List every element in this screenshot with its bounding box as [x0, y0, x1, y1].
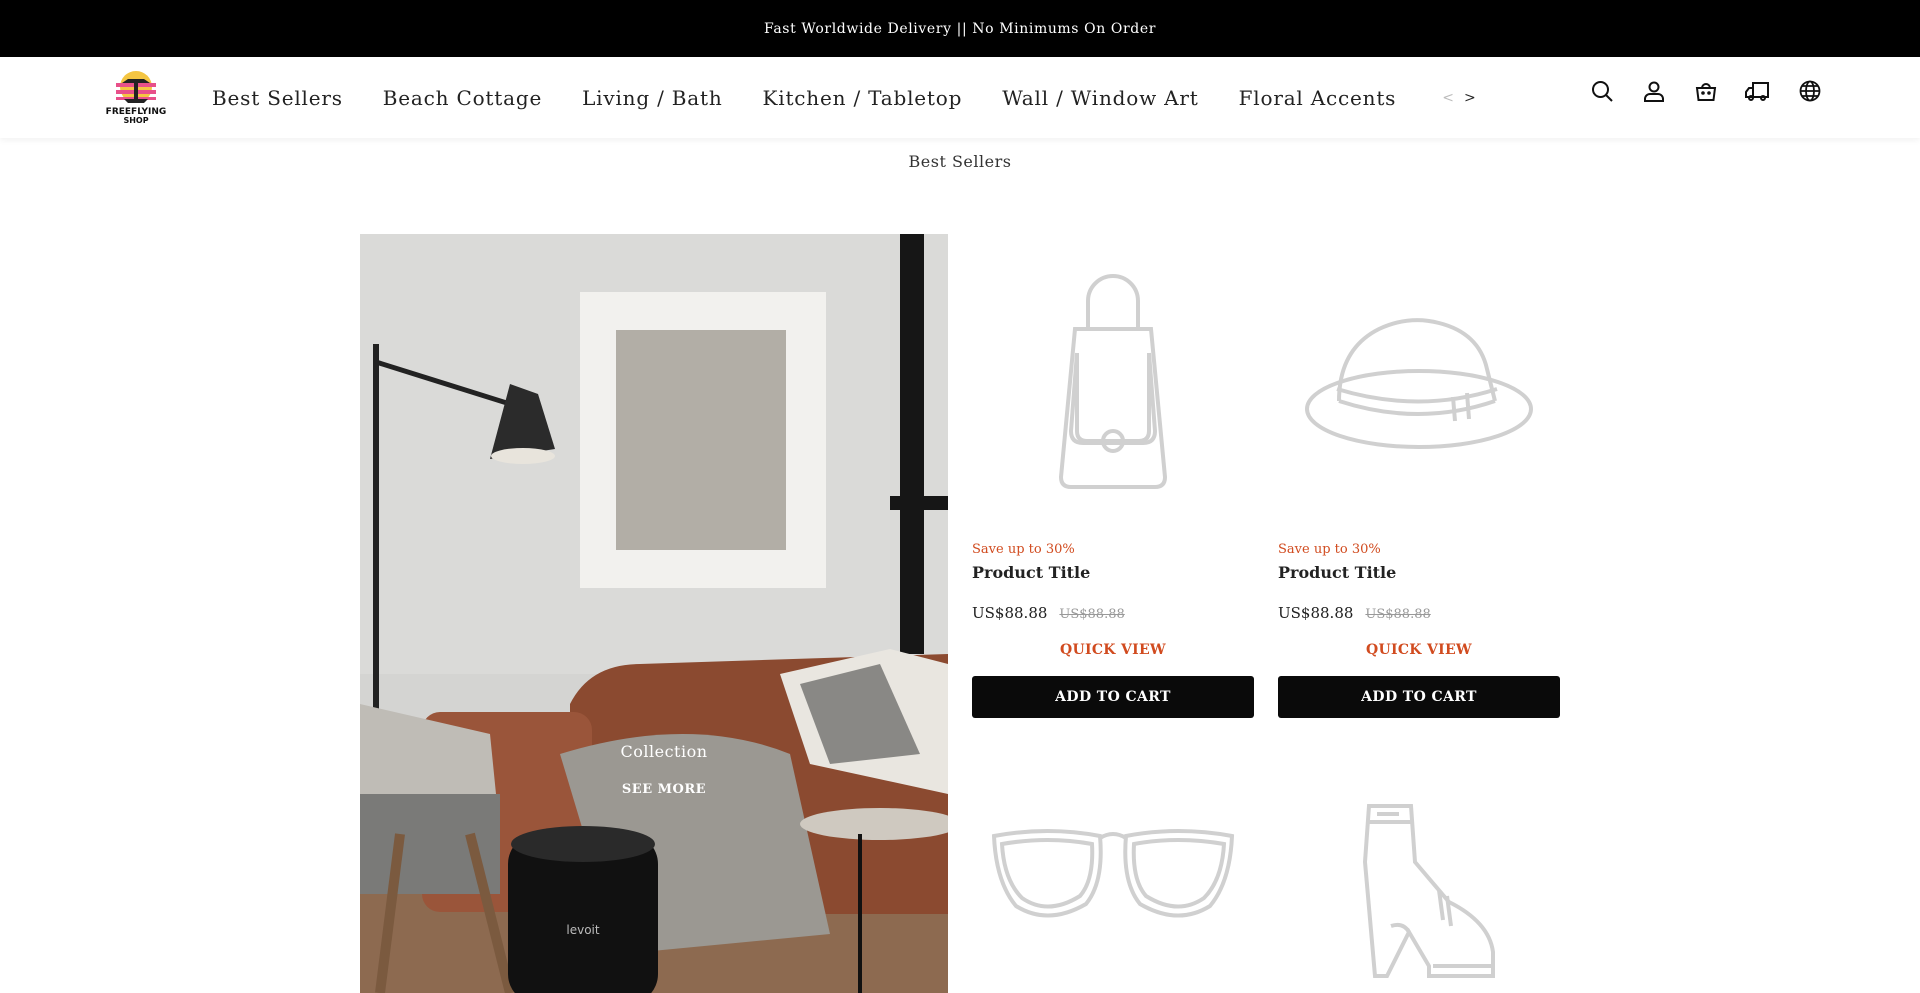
quick-view-button[interactable]: QUICK VIEW: [972, 642, 1254, 658]
header-icons: [1588, 77, 1848, 105]
announcement-bar: Fast Worldwide Delivery || No Minimums O…: [0, 0, 1920, 57]
high-heel-boot-icon: [1362, 804, 1495, 978]
nav-item-wall-window-art[interactable]: Wall / Window Art: [1002, 86, 1198, 110]
price-row: US$88.88 US$88.88: [1278, 604, 1560, 622]
product-image[interactable]: [972, 234, 1254, 524]
add-to-cart-button[interactable]: ADD TO CART: [972, 676, 1254, 718]
section-title: Best Sellers: [908, 152, 1012, 171]
purifier-brand: levoit: [566, 923, 599, 937]
logo-line2: SHOP: [123, 116, 148, 125]
price-row: US$88.88 US$88.88: [972, 604, 1254, 622]
discount-badge: Save up to 30%: [1278, 542, 1381, 557]
delivery-truck-icon[interactable]: [1744, 77, 1772, 105]
add-to-cart-button[interactable]: ADD TO CART: [1278, 676, 1560, 718]
account-icon[interactable]: [1640, 77, 1668, 105]
product-title[interactable]: Product Title: [1278, 563, 1560, 582]
quick-view-button[interactable]: QUICK VIEW: [1278, 642, 1560, 658]
shop-logo[interactable]: FREEFLYING SHOP: [104, 69, 168, 127]
nav-prev-button[interactable]: <: [1442, 90, 1454, 106]
nav-item-beach-cottage[interactable]: Beach Cottage: [383, 86, 542, 110]
collection-image: levoit: [360, 234, 948, 993]
compare-price: US$88.88: [1059, 607, 1125, 622]
sale-price: US$88.88: [972, 604, 1048, 622]
nav-arrows: < >: [1442, 90, 1485, 106]
nav-item-living-bath[interactable]: Living / Bath: [582, 86, 722, 110]
collection-banner[interactable]: levoit Collection SEE MORE: [360, 234, 948, 993]
cart-icon[interactable]: [1692, 77, 1720, 105]
main-nav: Best Sellers Beach Cottage Living / Bath…: [212, 57, 1486, 138]
product-card[interactable]: [1278, 782, 1560, 993]
discount-badge: Save up to 30%: [972, 542, 1075, 557]
search-icon[interactable]: [1588, 77, 1616, 105]
product-card[interactable]: Save up to 30% Product Title US$88.88 US…: [972, 234, 1254, 718]
product-title[interactable]: Product Title: [972, 563, 1254, 582]
sale-price: US$88.88: [1278, 604, 1354, 622]
sunglasses-icon: [991, 829, 1235, 918]
nav-next-button[interactable]: >: [1464, 90, 1476, 106]
product-card[interactable]: Save up to 30% Product Title US$88.88 US…: [1278, 234, 1560, 718]
product-image[interactable]: [1278, 782, 1560, 993]
handbag-icon: [1058, 274, 1168, 489]
nav-item-best-sellers[interactable]: Best Sellers: [212, 86, 343, 110]
announcement-text: Fast Worldwide Delivery || No Minimums O…: [763, 20, 1156, 37]
nav-item-kitchen-tabletop[interactable]: Kitchen / Tabletop: [763, 86, 963, 110]
product-image[interactable]: [1278, 234, 1560, 524]
see-more-link[interactable]: SEE MORE: [600, 782, 728, 797]
compare-price: US$88.88: [1365, 607, 1431, 622]
nav-item-floral-accents[interactable]: Floral Accents: [1239, 86, 1397, 110]
hat-icon: [1305, 318, 1533, 449]
globe-icon[interactable]: [1796, 77, 1824, 105]
product-image[interactable]: [972, 782, 1254, 993]
collection-label: Collection: [620, 742, 708, 761]
product-card[interactable]: [972, 782, 1254, 993]
site-header: FREEFLYING SHOP Best Sellers Beach Cotta…: [0, 57, 1920, 138]
